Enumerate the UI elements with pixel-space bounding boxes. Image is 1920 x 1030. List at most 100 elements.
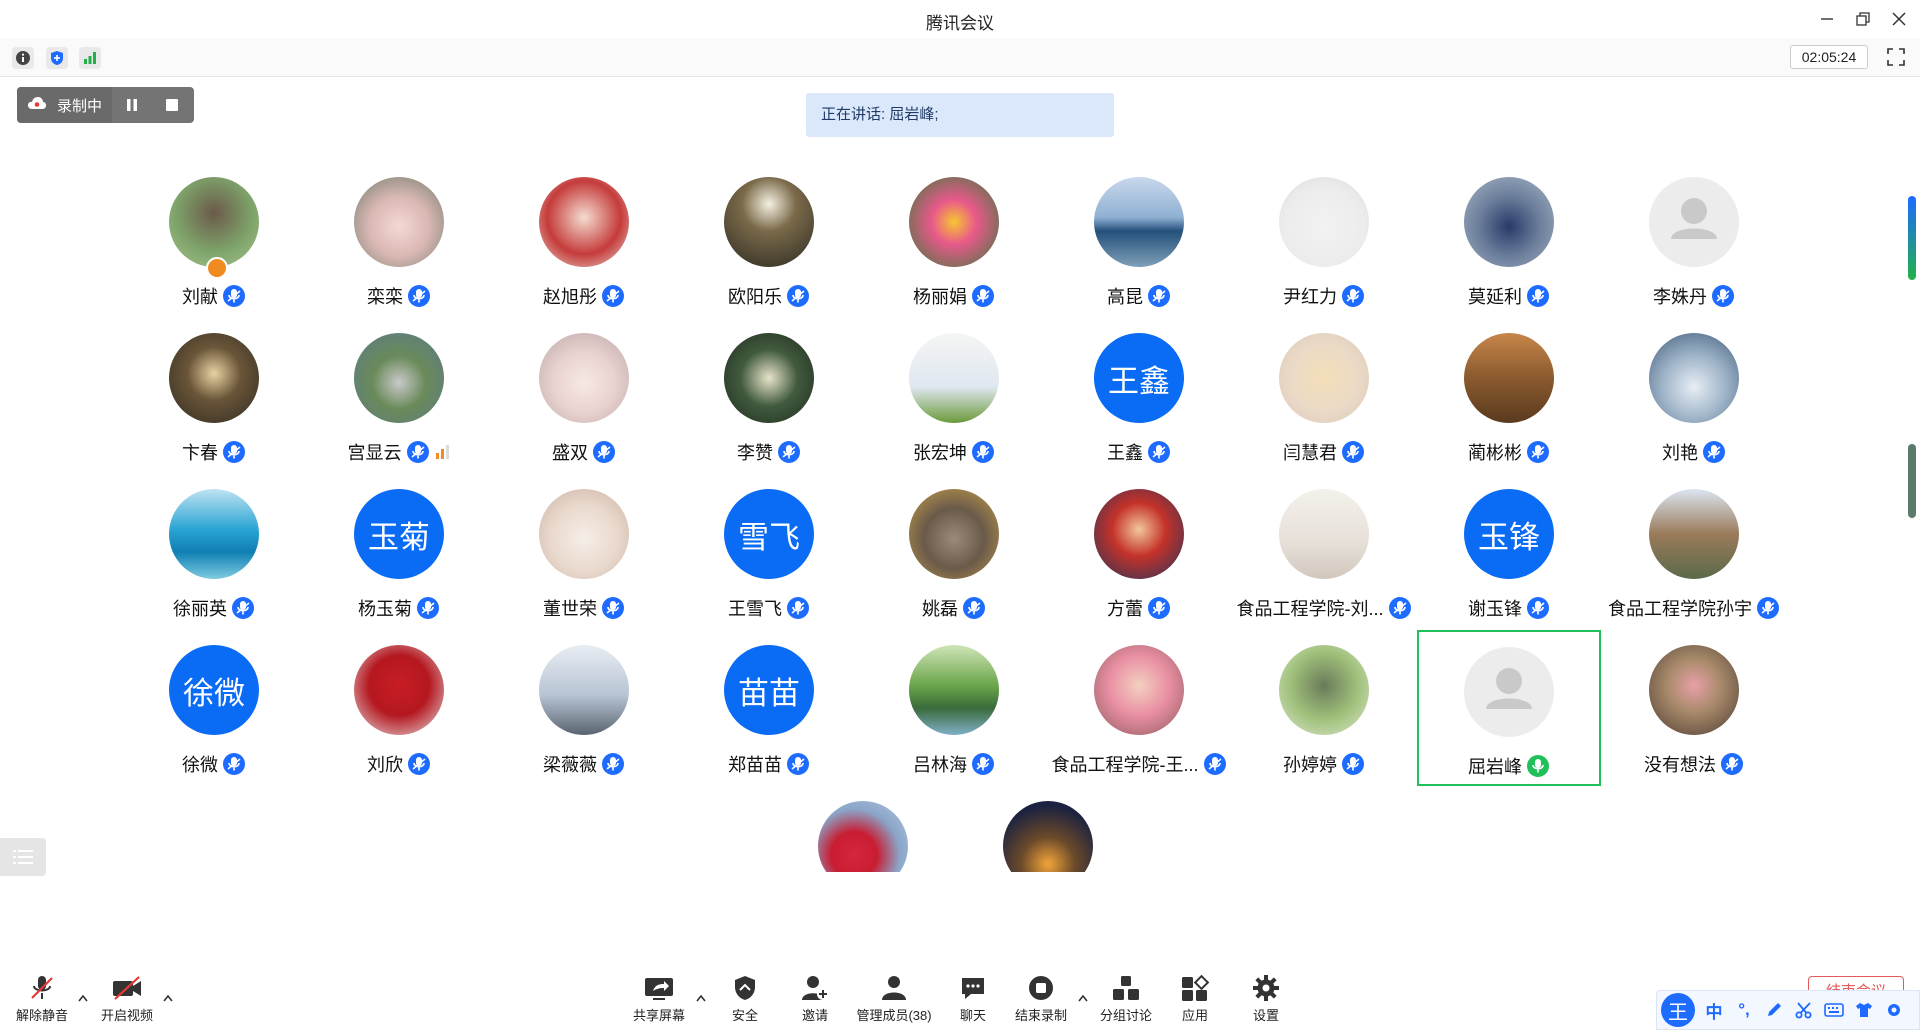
start-video-button[interactable]: 开启视频	[87, 974, 167, 1024]
participant-name: 莫延利	[1468, 287, 1522, 307]
participant-tile[interactable]: 食品工程学院孙宇	[1602, 474, 1786, 630]
mic-icon	[1203, 753, 1226, 775]
network-signal-icon[interactable]	[79, 47, 101, 69]
participant-tile[interactable]: 刘献	[122, 162, 306, 318]
share-screen-icon	[645, 978, 673, 1000]
participant-avatar	[169, 489, 259, 579]
participant-tile[interactable]: 王鑫 王鑫	[1047, 318, 1231, 474]
mic-icon	[787, 753, 809, 775]
participant-name: 食品工程学院-王...	[1051, 755, 1199, 775]
participant-name-line: 食品工程学院-王...	[1047, 751, 1231, 777]
participant-tile[interactable]: 欧阳乐	[677, 162, 861, 318]
participant-name-line: 谢玉锋	[1417, 595, 1601, 621]
participant-tile[interactable]: 栾栾	[307, 162, 491, 318]
restore-icon[interactable]	[1850, 6, 1876, 32]
participant-name-line: 梁薇薇	[492, 751, 676, 777]
participant-tile[interactable]: 食品工程学院-王...	[1047, 630, 1231, 786]
share-screen-button[interactable]: 共享屏幕	[619, 974, 699, 1024]
manage-members-button[interactable]: 管理成员(38)	[853, 974, 935, 1024]
participant-tile[interactable]: 玉锋 谢玉锋	[1417, 474, 1601, 630]
participant-tile[interactable]: 宫显云	[307, 318, 491, 474]
participant-name-line: 闫慧君	[1232, 439, 1416, 465]
participant-avatar	[354, 177, 444, 267]
stop-recording-button[interactable]	[152, 87, 192, 123]
mic-icon	[223, 285, 245, 307]
participant-avatar	[354, 645, 444, 735]
participant-tile[interactable]: 方蕾	[1047, 474, 1231, 630]
participant-name-line: 没有想法	[1602, 751, 1786, 777]
pen-icon[interactable]	[1763, 999, 1785, 1021]
security-button[interactable]: 安全	[705, 974, 785, 1024]
end-recording-button[interactable]: 结束录制	[1001, 974, 1081, 1024]
skin-icon[interactable]	[1853, 999, 1875, 1021]
ime-logo[interactable]: 王	[1661, 993, 1695, 1027]
info-icon[interactable]	[12, 47, 34, 69]
participant-tile[interactable]: 玉菊 杨玉菊	[307, 474, 491, 630]
participant-name: 蔺彬彬	[1468, 443, 1522, 463]
unmute-label: 解除静音	[15, 1008, 68, 1023]
minimize-icon[interactable]	[1814, 6, 1840, 32]
participant-tile[interactable]: 刘艳	[1602, 318, 1786, 474]
ime-punctuation-toggle[interactable]: °,	[1733, 999, 1755, 1021]
participant-tile[interactable]: 李赞	[677, 318, 861, 474]
participant-tile[interactable]: 梁薇薇	[492, 630, 676, 786]
chevron-up-icon[interactable]	[162, 992, 174, 1004]
participant-tile[interactable]: 孙婷婷	[1232, 630, 1416, 786]
breakout-button[interactable]: 分组讨论	[1086, 974, 1166, 1024]
participant-tile[interactable]: 屈岩峰	[1417, 630, 1601, 786]
cloud-record-icon	[27, 96, 47, 115]
participant-avatar	[1464, 647, 1554, 737]
participant-tile[interactable]: 徐微 徐微	[122, 630, 306, 786]
participant-tile[interactable]: 刘欣	[307, 630, 491, 786]
shield-icon	[735, 976, 755, 1000]
unmute-button[interactable]: 解除静音	[2, 974, 82, 1024]
participant-partial-2[interactable]	[1003, 801, 1093, 872]
shield-icon[interactable]	[46, 47, 68, 69]
mic-icon	[1148, 441, 1170, 463]
participant-avatar	[1649, 333, 1739, 423]
participant-tile[interactable]: 赵旭彤	[492, 162, 676, 318]
settings-button[interactable]: 设置	[1226, 974, 1306, 1024]
ime-mode-toggle[interactable]: 中	[1703, 999, 1725, 1022]
mic-icon	[232, 597, 254, 619]
participant-tile[interactable]: 没有想法	[1602, 630, 1786, 786]
participant-tile[interactable]: 盛双	[492, 318, 676, 474]
participant-tile[interactable]: 高昆	[1047, 162, 1231, 318]
participant-name: 食品工程学院-刘...	[1236, 599, 1384, 619]
participant-tile[interactable]: 吕林海	[862, 630, 1046, 786]
participant-tile[interactable]: 杨丽娟	[862, 162, 1046, 318]
close-icon[interactable]	[1886, 6, 1912, 32]
participant-tile[interactable]: 董世荣	[492, 474, 676, 630]
participant-tile[interactable]: 尹红力	[1232, 162, 1416, 318]
participant-tile[interactable]: 雪飞 王雪飞	[677, 474, 861, 630]
ime-settings-icon[interactable]	[1883, 999, 1905, 1021]
fullscreen-icon[interactable]	[1884, 45, 1908, 69]
participant-tile[interactable]: 苗苗 郑苗苗	[677, 630, 861, 786]
participant-tile[interactable]: 食品工程学院-刘...	[1232, 474, 1416, 630]
mic-icon	[972, 753, 994, 775]
apps-button[interactable]: 应用	[1155, 974, 1235, 1024]
participant-avatar	[1279, 333, 1369, 423]
mic-icon	[602, 285, 624, 307]
participant-name: 尹红力	[1283, 287, 1337, 307]
participant-tile[interactable]: 李姝丹	[1602, 162, 1786, 318]
invite-button[interactable]: 邀请	[775, 974, 855, 1024]
participant-tile[interactable]: 莫延利	[1417, 162, 1601, 318]
keyboard-icon[interactable]	[1823, 999, 1845, 1021]
participant-tile[interactable]: 闫慧君	[1232, 318, 1416, 474]
mic-icon	[1148, 285, 1170, 307]
participant-tile[interactable]: 徐丽英	[122, 474, 306, 630]
pause-recording-button[interactable]	[112, 87, 152, 123]
participant-partial-1[interactable]	[818, 801, 908, 872]
scissors-icon[interactable]	[1793, 999, 1815, 1021]
meeting-timer: 02:05:24	[1790, 45, 1868, 69]
participant-tile[interactable]: 卞春	[122, 318, 306, 474]
scrollbar-thumb[interactable]	[1908, 196, 1916, 280]
participant-name-line: 盛双	[492, 439, 676, 465]
participant-avatar	[1649, 177, 1739, 267]
recording-status: 录制中	[17, 87, 113, 123]
participant-tile[interactable]: 张宏坤	[862, 318, 1046, 474]
participant-tile[interactable]: 姚磊	[862, 474, 1046, 630]
participant-tile[interactable]: 蔺彬彬	[1417, 318, 1601, 474]
list-view-icon[interactable]	[0, 838, 46, 876]
